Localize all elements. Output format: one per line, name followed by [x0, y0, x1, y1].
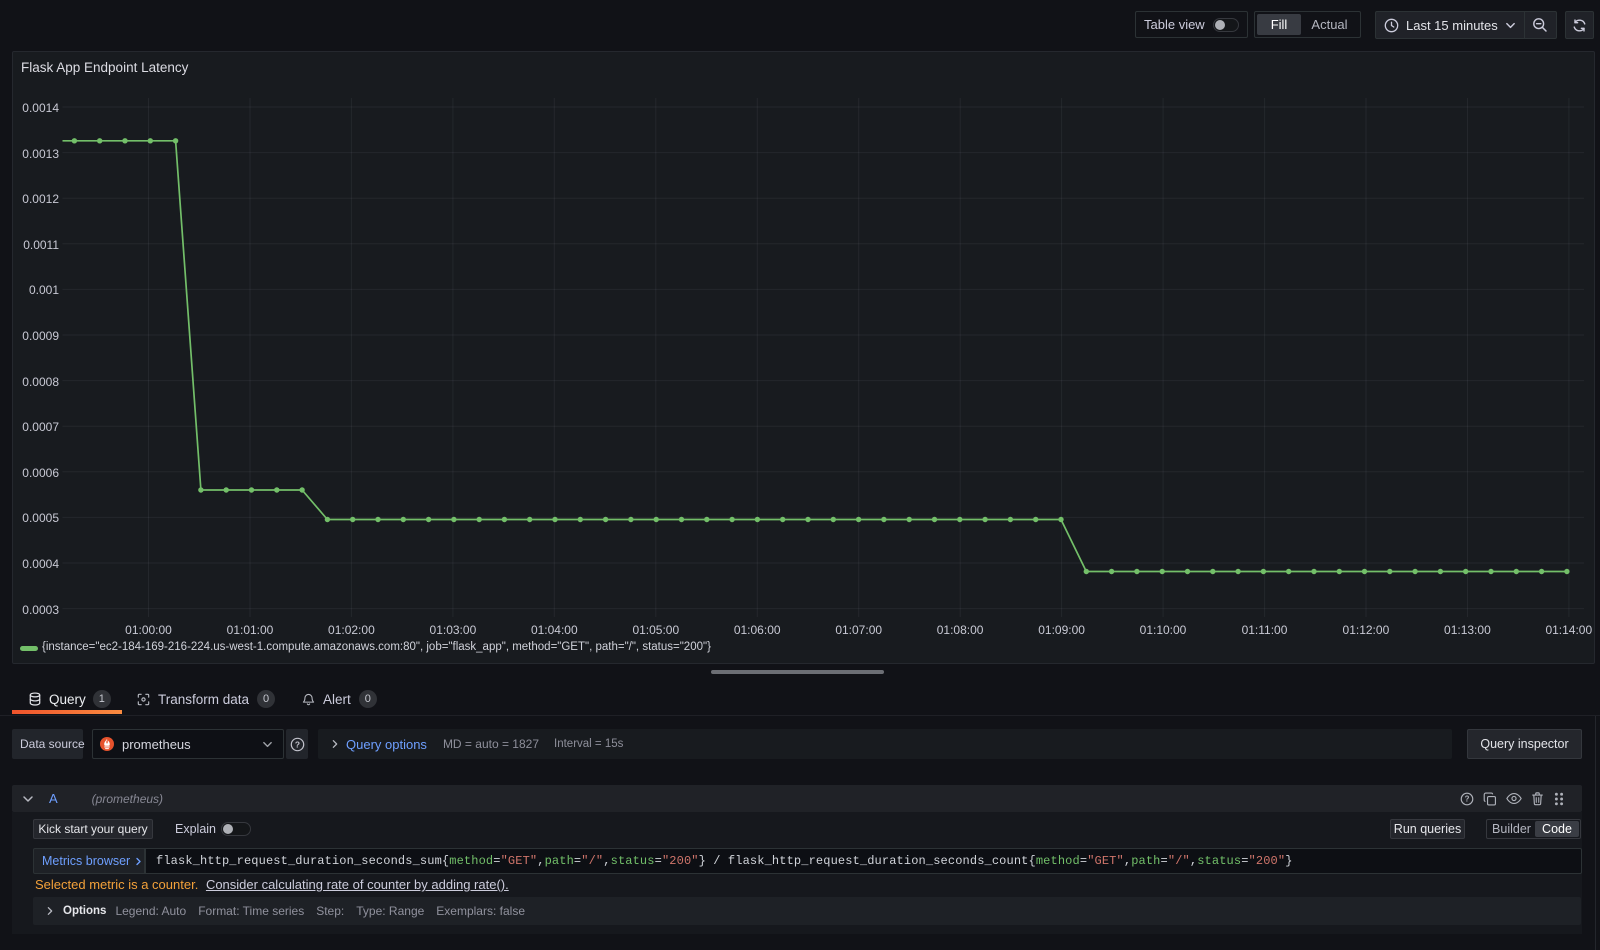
svg-text:?: ? — [1465, 794, 1470, 803]
svg-text:?: ? — [294, 739, 299, 749]
